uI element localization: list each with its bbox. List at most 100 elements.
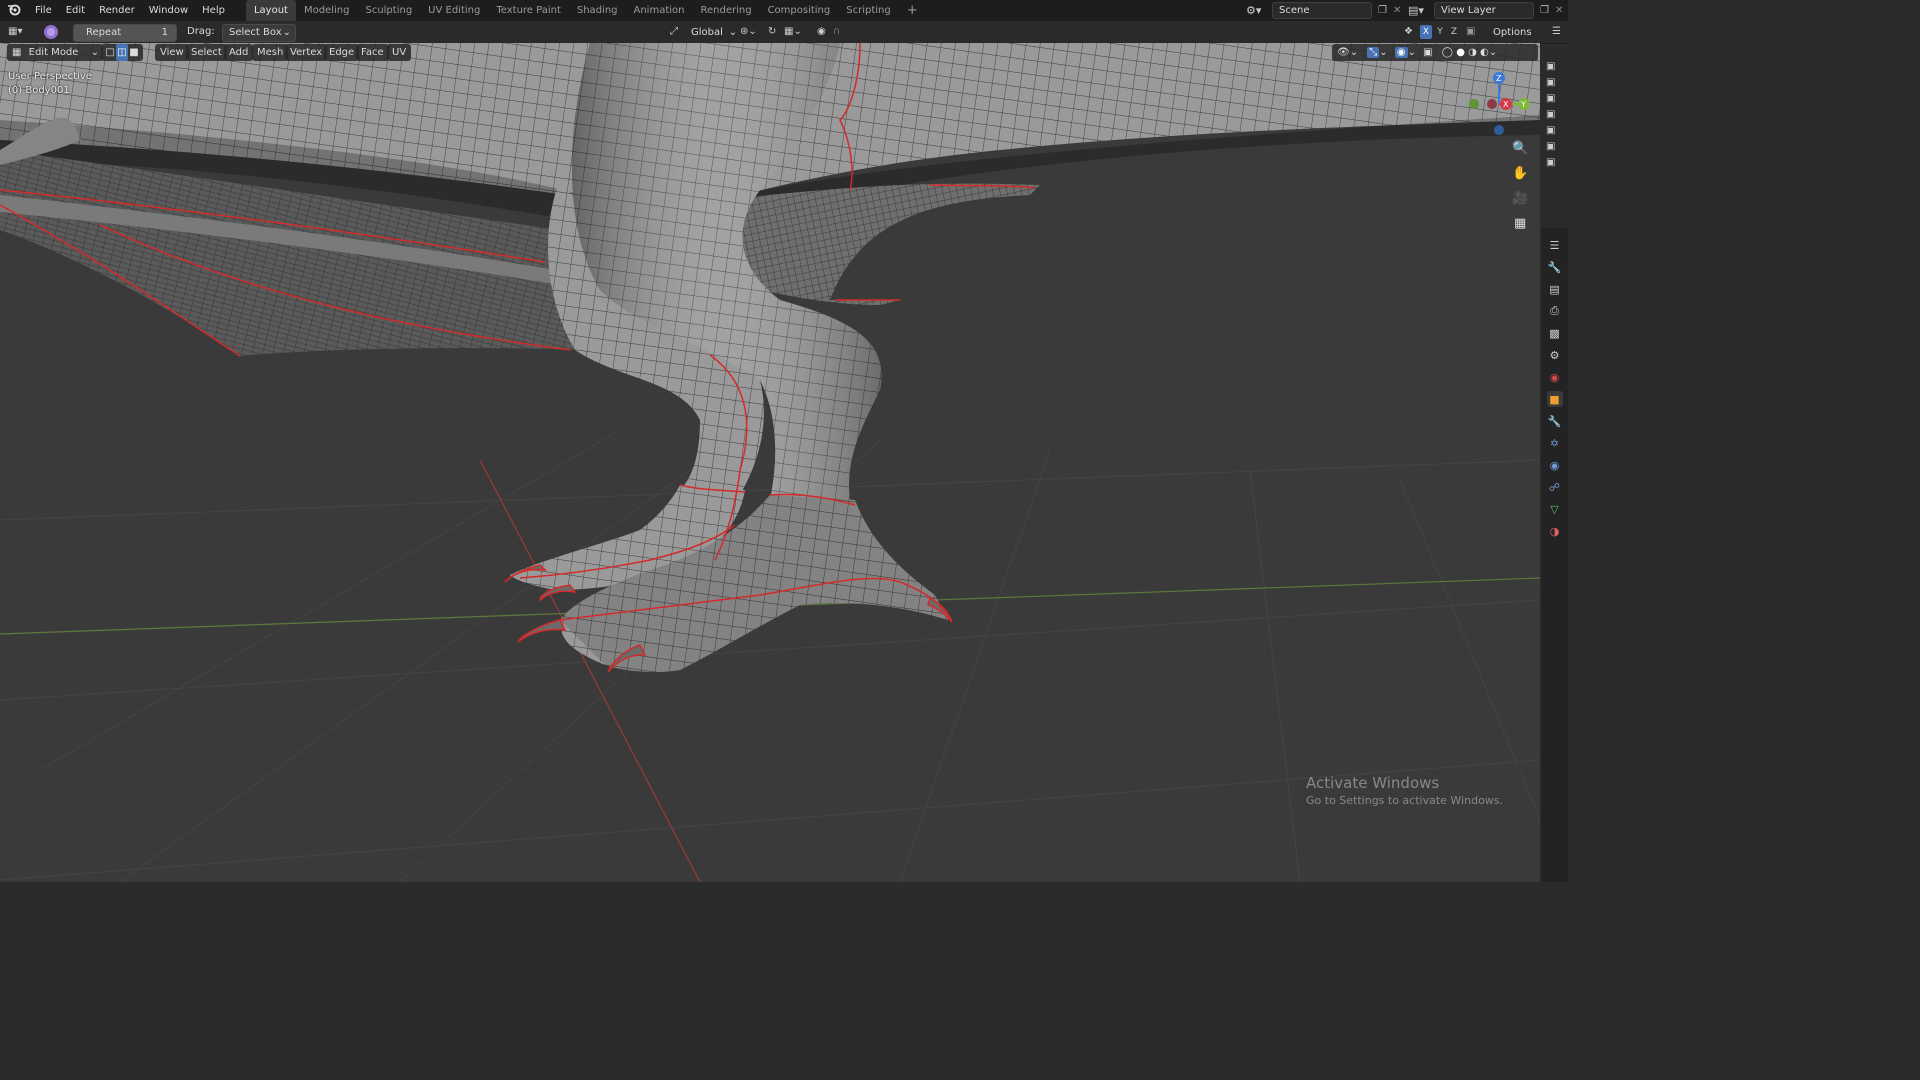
- gizmo-neg-x-handle[interactable]: [1487, 99, 1497, 109]
- menu-file[interactable]: File: [28, 0, 59, 21]
- scene-icon[interactable]: ⚙▾: [1246, 4, 1268, 17]
- tab-texture-paint[interactable]: Texture Paint: [488, 0, 569, 21]
- repeat-label: Repeat: [86, 27, 122, 38]
- zoom-icon[interactable]: 🔍: [1512, 141, 1528, 166]
- camera-restrict-icon[interactable]: ▣: [1546, 62, 1558, 72]
- wireframe-shading-icon[interactable]: ◯: [1442, 47, 1453, 58]
- menu-edit[interactable]: Edit: [59, 0, 92, 21]
- solid-shading-icon[interactable]: ●: [1456, 47, 1465, 58]
- pan-hand-icon[interactable]: ✋: [1512, 166, 1528, 191]
- menu-help[interactable]: Help: [195, 0, 232, 21]
- watermark-title: Activate Windows: [1306, 774, 1440, 792]
- xray-toggle-icon[interactable]: ▣: [1423, 47, 1432, 58]
- vertex-select-icon[interactable]: □: [104, 44, 116, 61]
- ortho-grid-icon[interactable]: ▦: [1514, 216, 1526, 241]
- editor-type-icon[interactable]: ▦▾: [8, 24, 22, 40]
- modifier-properties-icon[interactable]: 🔧: [1547, 413, 1563, 429]
- orientation-value: Global: [691, 27, 723, 38]
- blender-logo-icon[interactable]: [0, 2, 28, 19]
- camera-restrict-icon[interactable]: ▣: [1546, 110, 1558, 120]
- falloff-icon[interactable]: ∩: [833, 24, 840, 40]
- outliner-toggle-icon[interactable]: ☰: [1552, 24, 1561, 40]
- viewport-menu-add[interactable]: Add: [224, 44, 254, 61]
- camera-restrict-icon[interactable]: ▣: [1546, 94, 1558, 104]
- particles-properties-icon[interactable]: ✡: [1547, 435, 1563, 451]
- edge-select-icon[interactable]: ◫: [116, 44, 128, 61]
- object-properties-icon[interactable]: ■: [1546, 391, 1563, 407]
- axis-z-toggle[interactable]: Z: [1448, 25, 1460, 39]
- material-properties-icon[interactable]: ◑: [1547, 523, 1563, 539]
- chevron-down-icon: ⌄: [1379, 47, 1388, 58]
- new-scene-icon[interactable]: ❐: [1378, 5, 1387, 16]
- mirror-icon[interactable]: ❖: [1404, 24, 1413, 40]
- snap-target-icon[interactable]: ▦⌄: [784, 24, 802, 40]
- scene-name-field[interactable]: Scene: [1272, 2, 1372, 19]
- tab-scripting[interactable]: Scripting: [838, 0, 898, 21]
- mode-dropdown[interactable]: ▦ Edit Mode ⌄: [7, 44, 103, 61]
- tab-rendering[interactable]: Rendering: [692, 0, 759, 21]
- scene-properties-icon[interactable]: ⚙: [1547, 347, 1563, 363]
- chevron-down-icon: ⌄: [1488, 47, 1498, 58]
- view-layer-properties-icon[interactable]: ▩: [1547, 325, 1563, 341]
- gizmo-neg-y-handle[interactable]: [1469, 99, 1479, 109]
- menu-render[interactable]: Render: [92, 0, 142, 21]
- delete-scene-icon[interactable]: ✕: [1393, 5, 1401, 16]
- navigation-gizmo[interactable]: Z Y X: [1460, 70, 1540, 140]
- axis-y-toggle[interactable]: Y: [1434, 25, 1446, 39]
- constraints-properties-icon[interactable]: ☍: [1547, 479, 1563, 495]
- tab-animation[interactable]: Animation: [626, 0, 693, 21]
- viewport-menu-face[interactable]: Face: [356, 44, 389, 61]
- options-dropdown[interactable]: Options⌄: [1486, 24, 1539, 54]
- transform-orientation-icon[interactable]: ⤢: [670, 24, 678, 40]
- tab-compositing[interactable]: Compositing: [760, 0, 839, 21]
- active-tool-icon[interactable]: [42, 24, 60, 40]
- tab-sculpting[interactable]: Sculpting: [357, 0, 420, 21]
- axis-x-toggle[interactable]: X: [1420, 25, 1432, 39]
- viewport-menu-select[interactable]: Select: [186, 44, 227, 61]
- delete-view-layer-icon[interactable]: ✕: [1555, 5, 1563, 16]
- physics-properties-icon[interactable]: ◉: [1547, 457, 1563, 473]
- camera-restrict-icon[interactable]: ▣: [1546, 158, 1558, 168]
- gizmo-toggle-icon[interactable]: ⤡: [1367, 47, 1380, 58]
- viewport-menu-edge[interactable]: Edge: [324, 44, 360, 61]
- material-shading-icon[interactable]: ◑: [1468, 47, 1477, 58]
- view-layer-field[interactable]: View Layer: [1434, 2, 1534, 19]
- orientation-dropdown[interactable]: Global ⌄: [684, 24, 737, 42]
- tab-shading[interactable]: Shading: [569, 0, 626, 21]
- render-properties-icon[interactable]: ▤: [1547, 281, 1563, 297]
- tab-uv-editing[interactable]: UV Editing: [420, 0, 488, 21]
- output-properties-icon[interactable]: ⎙: [1547, 303, 1563, 319]
- repeat-field[interactable]: Repeat 1: [73, 24, 177, 42]
- camera-restrict-icon[interactable]: ▣: [1546, 78, 1558, 88]
- viewport-menu-uv[interactable]: UV: [387, 44, 412, 61]
- new-view-layer-icon[interactable]: ❐: [1540, 5, 1549, 16]
- viewport-menu-vertex[interactable]: Vertex: [285, 44, 328, 61]
- view-layer-icon[interactable]: ▤▾: [1408, 4, 1430, 17]
- proportional-edit-icon[interactable]: ◉: [817, 24, 826, 40]
- wrench-tool-icon[interactable]: 🔧: [1547, 259, 1563, 275]
- tab-modeling[interactable]: Modeling: [296, 0, 358, 21]
- camera-restrict-icon[interactable]: ▣: [1546, 142, 1558, 152]
- tab-layout[interactable]: Layout: [245, 0, 296, 21]
- overlays-toggle-icon[interactable]: ◉: [1394, 47, 1408, 58]
- top-menu-bar: File Edit Render Window Help Layout Mode…: [0, 0, 1568, 21]
- camera-view-icon[interactable]: 🎥: [1512, 191, 1528, 216]
- tool-properties-icon[interactable]: ☰: [1547, 237, 1563, 253]
- rendered-shading-icon[interactable]: ◐: [1480, 47, 1489, 58]
- add-workspace-button[interactable]: +: [899, 0, 926, 21]
- 3d-viewport[interactable]: User Perspective (0) Body001 Z Y X 🔍 ✋ 🎥…: [0, 43, 1540, 882]
- snap-icon[interactable]: ↻: [768, 24, 776, 40]
- world-properties-icon[interactable]: ◉: [1547, 369, 1563, 385]
- camera-restrict-icon[interactable]: ▣: [1546, 126, 1558, 136]
- viewport-menu-mesh[interactable]: Mesh: [252, 44, 289, 61]
- visibility-eye-icon[interactable]: 👁⌄: [1337, 47, 1358, 58]
- drag-dropdown[interactable]: Select Box ⌄: [222, 24, 296, 42]
- face-select-icon[interactable]: ■: [128, 44, 140, 61]
- mesh-data-properties-icon[interactable]: ▽: [1547, 501, 1563, 517]
- gizmo-neg-z-handle[interactable]: [1494, 125, 1504, 135]
- pivot-point-icon[interactable]: ⊛⌄: [740, 24, 757, 40]
- menu-window[interactable]: Window: [142, 0, 195, 21]
- mesh-symmetry-icon[interactable]: ▣: [1466, 24, 1475, 40]
- viewport-menu-view[interactable]: View: [155, 44, 189, 61]
- gizmo-y-label: Y: [1520, 100, 1526, 109]
